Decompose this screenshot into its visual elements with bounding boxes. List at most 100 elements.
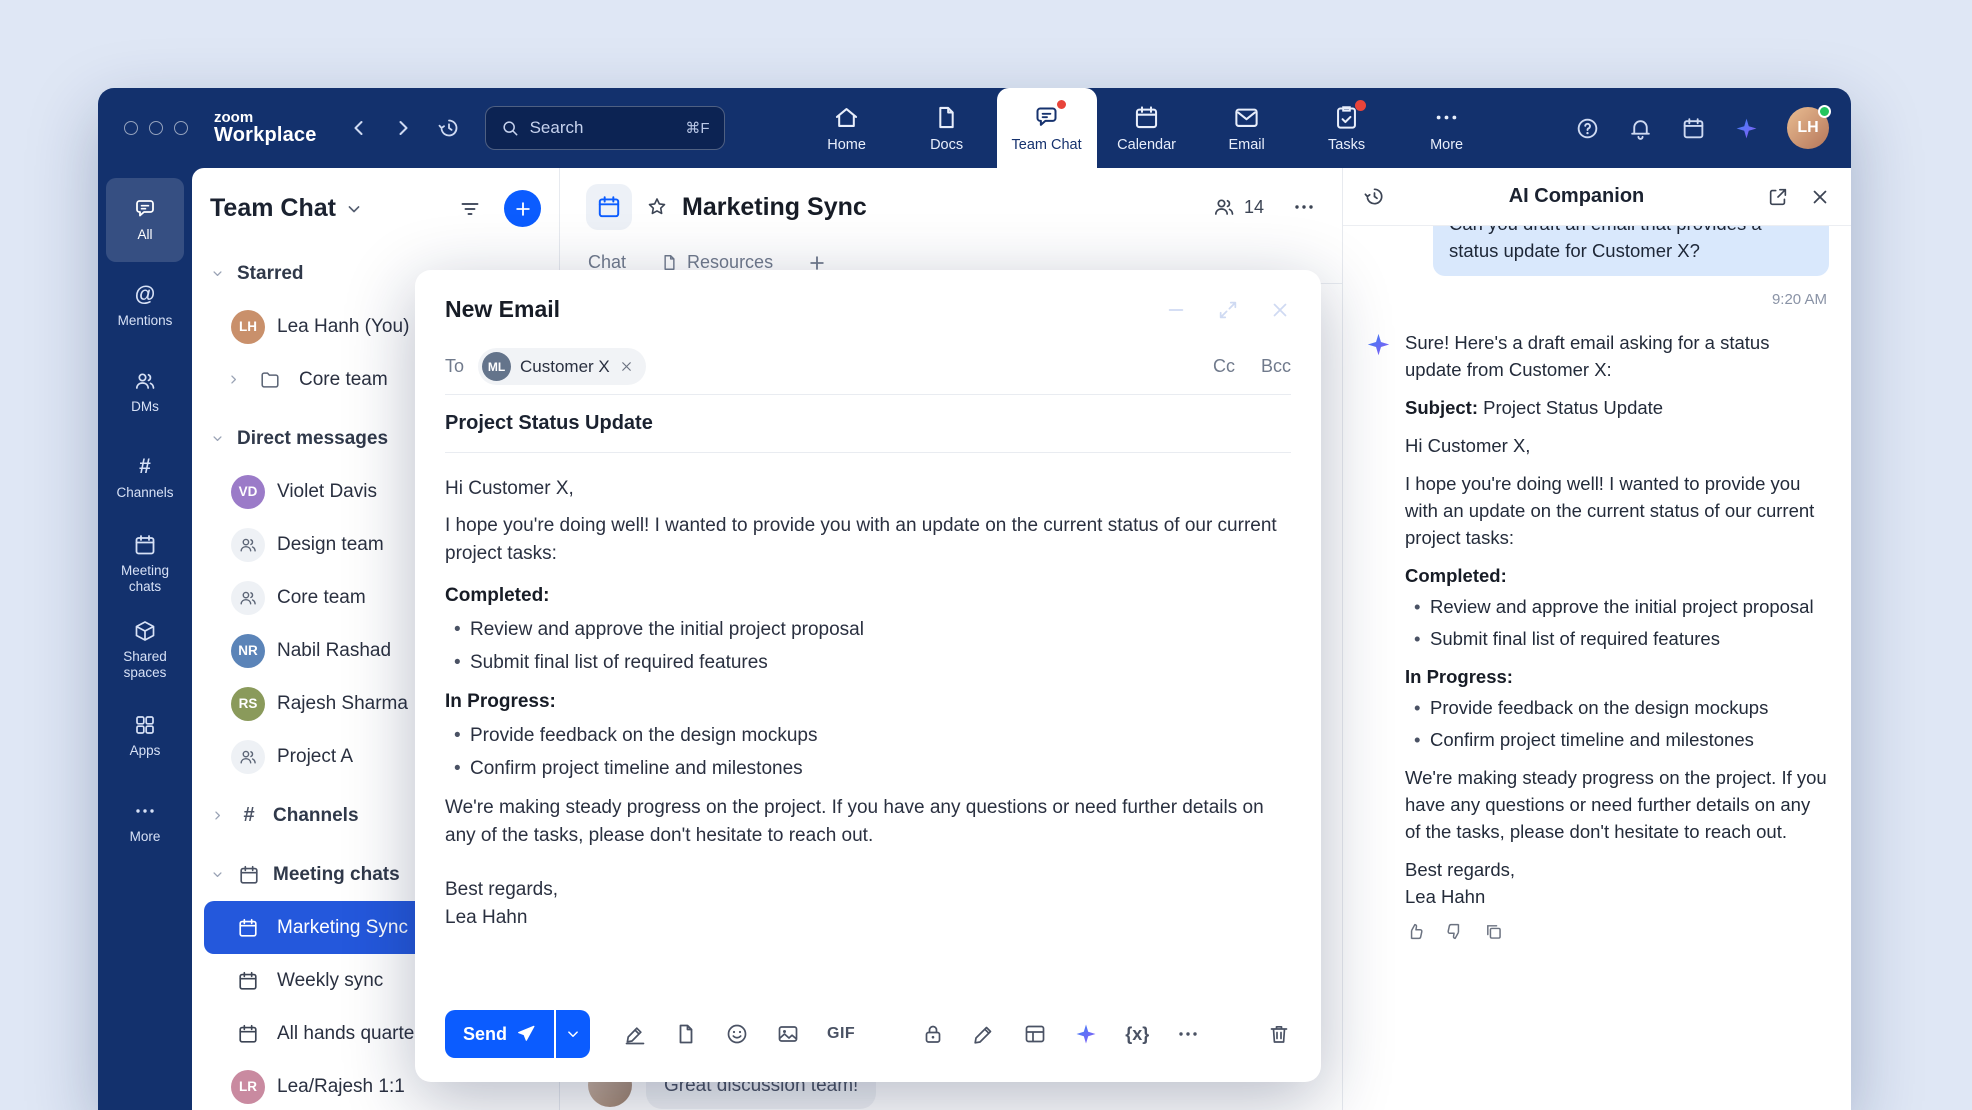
- nav-calendar[interactable]: Calendar: [1097, 88, 1197, 168]
- thumbs-up-icon: [1405, 921, 1426, 942]
- thumbs-down-button[interactable]: [1444, 921, 1465, 942]
- members-button[interactable]: 14: [1212, 195, 1264, 219]
- help-button[interactable]: [1575, 116, 1600, 141]
- signature-button[interactable]: [623, 1022, 647, 1046]
- close-icon: [1269, 299, 1291, 321]
- copy-icon: [1483, 921, 1504, 942]
- meeting-chat-icon: [231, 1023, 265, 1045]
- group-avatar-icon: [231, 528, 265, 562]
- search-shortcut: ⌘F: [685, 119, 709, 137]
- lock-icon: [921, 1022, 945, 1046]
- gif-button[interactable]: GIF: [827, 1025, 855, 1043]
- notification-dot: [1055, 98, 1068, 111]
- thumbs-up-button[interactable]: [1405, 921, 1426, 942]
- star-channel-button[interactable]: [645, 195, 669, 219]
- avatar: VD: [231, 475, 265, 509]
- send-options-button[interactable]: [556, 1010, 590, 1058]
- recipient-chip[interactable]: ML Customer X: [478, 348, 646, 385]
- image-icon: [776, 1022, 800, 1046]
- more-icon: [1176, 1022, 1200, 1046]
- channel-avatar: [586, 184, 632, 230]
- calendar-icon: [1681, 116, 1706, 141]
- nav-tasks[interactable]: Tasks: [1297, 88, 1397, 168]
- remove-recipient-icon[interactable]: [619, 359, 634, 374]
- search-icon: [500, 118, 520, 138]
- calendar-icon: [133, 533, 157, 557]
- channel-more-button[interactable]: [1292, 195, 1316, 219]
- ai-companion-button[interactable]: [1734, 116, 1759, 141]
- ai-sparkle-icon: [1074, 1022, 1098, 1046]
- search-input[interactable]: [530, 118, 676, 138]
- conversation-history-button[interactable]: [1363, 185, 1386, 208]
- close-panel-button[interactable]: [1809, 186, 1831, 208]
- chevron-down-icon: [564, 1025, 582, 1043]
- nav-more[interactable]: More: [1397, 88, 1497, 168]
- rail-mentions[interactable]: @ Mentions: [106, 264, 184, 348]
- modal-title: New Email: [445, 296, 560, 323]
- hash-icon: #: [237, 804, 261, 827]
- code-icon: {x}: [1125, 1024, 1149, 1045]
- window-zoom-button[interactable]: [174, 121, 188, 135]
- top-navigation: Home Docs Team Chat Calendar Email: [797, 88, 1497, 168]
- nav-team-chat[interactable]: Team Chat: [997, 88, 1097, 168]
- close-modal-button[interactable]: [1269, 299, 1291, 321]
- insert-image-button[interactable]: [776, 1022, 800, 1046]
- discard-draft-button[interactable]: [1267, 1022, 1291, 1046]
- minimize-button[interactable]: [1165, 299, 1187, 321]
- back-button[interactable]: [347, 116, 371, 140]
- filter-button[interactable]: [458, 197, 482, 221]
- insert-table-button[interactable]: [1023, 1022, 1047, 1046]
- channel-title: Marketing Sync: [682, 193, 867, 222]
- nav-docs[interactable]: Docs: [897, 88, 997, 168]
- bcc-button[interactable]: Bcc: [1261, 356, 1291, 377]
- rail-dms[interactable]: DMs: [106, 350, 184, 434]
- nav-home[interactable]: Home: [797, 88, 897, 168]
- window-minimize-button[interactable]: [149, 121, 163, 135]
- people-icon: [1212, 195, 1236, 219]
- forward-button[interactable]: [391, 116, 415, 140]
- at-icon: @: [135, 283, 155, 307]
- online-status-dot: [1818, 105, 1831, 118]
- encrypt-button[interactable]: [921, 1022, 945, 1046]
- code-snippet-button[interactable]: {x}: [1125, 1024, 1149, 1045]
- toolbar-more-button[interactable]: [1176, 1022, 1200, 1046]
- new-chat-button[interactable]: [504, 190, 541, 227]
- chevron-down-icon[interactable]: [344, 199, 364, 219]
- expand-button[interactable]: [1217, 299, 1239, 321]
- email-body[interactable]: Hi Customer X, I hope you're doing well!…: [445, 453, 1291, 996]
- cc-button[interactable]: Cc: [1213, 356, 1235, 377]
- subject-field[interactable]: Project Status Update: [445, 395, 1291, 453]
- rail-apps[interactable]: Apps: [106, 694, 184, 778]
- caret-down-icon: [210, 266, 225, 281]
- template-button[interactable]: [674, 1022, 698, 1046]
- more-icon: [1292, 195, 1316, 219]
- user-avatar[interactable]: LH: [1787, 107, 1829, 149]
- rail-channels[interactable]: # Channels: [106, 436, 184, 520]
- rail-meeting-chats[interactable]: Meeting chats: [106, 522, 184, 606]
- window-controls: [124, 121, 188, 135]
- window-close-button[interactable]: [124, 121, 138, 135]
- calendar-icon: [596, 194, 622, 220]
- avatar: NR: [231, 634, 265, 668]
- global-search[interactable]: ⌘F: [485, 106, 725, 150]
- rail-more[interactable]: More: [106, 780, 184, 864]
- nav-email[interactable]: Email: [1197, 88, 1297, 168]
- compose-toolbar: Send GIF {x}: [445, 996, 1291, 1082]
- copy-button[interactable]: [1483, 921, 1504, 942]
- new-email-modal: New Email To ML Customer X Cc Bcc Projec…: [415, 270, 1321, 1082]
- pop-out-button[interactable]: [1767, 186, 1789, 208]
- shared-spaces-icon: [133, 619, 157, 643]
- send-button[interactable]: Send: [445, 1010, 554, 1058]
- avatar: RS: [231, 687, 265, 721]
- rail-shared-spaces[interactable]: Shared spaces: [106, 608, 184, 692]
- ai-compose-button[interactable]: [1074, 1022, 1098, 1046]
- history-button[interactable]: [437, 116, 461, 140]
- emoji-button[interactable]: [725, 1022, 749, 1046]
- notifications-button[interactable]: [1628, 116, 1653, 141]
- upcoming-meetings-button[interactable]: [1681, 116, 1706, 141]
- zoom-workplace-window: zoom Workplace ⌘F Home Docs: [98, 88, 1851, 1110]
- help-icon: [1575, 116, 1600, 141]
- ai-sparkle-icon: [1365, 331, 1392, 358]
- rail-all[interactable]: All: [106, 178, 184, 262]
- draw-button[interactable]: [972, 1022, 996, 1046]
